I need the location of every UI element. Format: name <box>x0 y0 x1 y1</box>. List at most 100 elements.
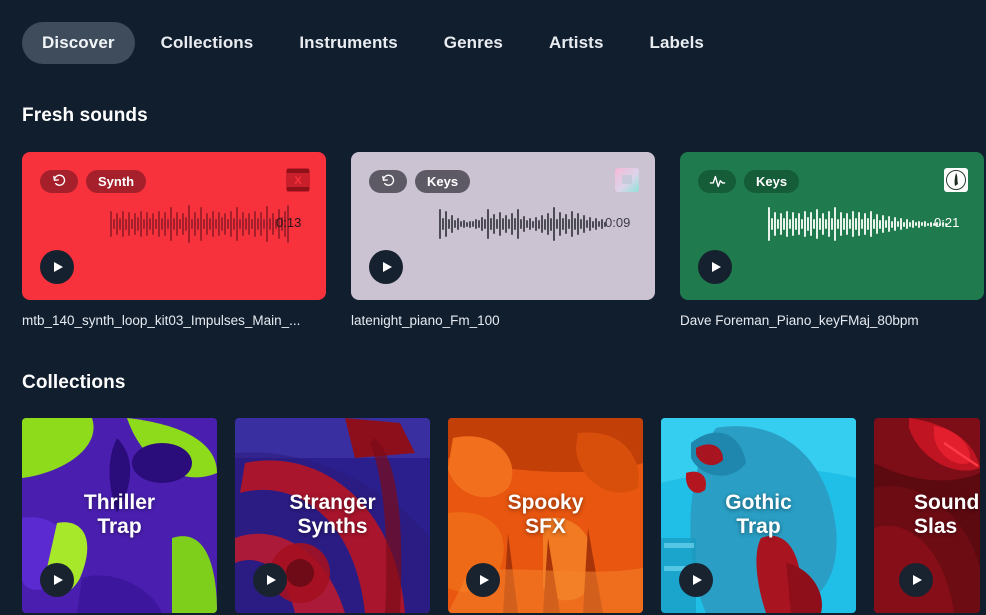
waveform-bar <box>550 217 552 231</box>
play-button[interactable] <box>679 563 713 597</box>
waveform-bar <box>882 215 884 233</box>
waveform-bar <box>272 213 274 235</box>
waveform-bar <box>263 219 265 229</box>
waveform-bar <box>511 213 513 235</box>
waveform-bar <box>484 219 486 229</box>
fresh-sounds-section: Fresh sounds Synth X 0:13 mtb_140_synth_… <box>0 105 986 328</box>
waveform-bar <box>876 214 878 234</box>
waveform-bar <box>478 220 480 228</box>
sound-title: latenight_piano_Fm_100 <box>351 313 500 328</box>
waveform-bar <box>439 209 441 239</box>
waveform-bar <box>577 213 579 235</box>
sound-card-artwork[interactable]: Synth X 0:13 <box>22 152 326 300</box>
play-button[interactable] <box>698 250 732 284</box>
play-button[interactable] <box>369 250 403 284</box>
waveform-bar <box>517 209 519 239</box>
album-thumbnail: X <box>286 168 310 192</box>
waveform-bar <box>813 219 815 229</box>
waveform-bar <box>152 213 154 235</box>
tab-labels[interactable]: Labels <box>630 22 724 64</box>
tag-label-keys[interactable]: Keys <box>415 170 471 193</box>
waveform-bar <box>143 219 145 229</box>
fresh-sounds-heading: Fresh sounds <box>22 105 148 126</box>
tab-genres[interactable]: Genres <box>424 22 523 64</box>
waveform-bar <box>556 219 558 229</box>
loop-icon[interactable] <box>40 170 78 193</box>
card-tags: Synth <box>40 170 147 193</box>
tag-label-keys[interactable]: Keys <box>744 170 800 193</box>
collection-card-gothic-trap[interactable]: Gothic Trap <box>661 418 856 613</box>
waveform-bar <box>807 217 809 231</box>
play-button[interactable] <box>899 563 933 597</box>
collection-card-sound-slasher[interactable]: Sound Slas <box>874 418 980 613</box>
waveform-bar <box>460 221 462 227</box>
waveform-bar <box>125 218 127 230</box>
tag-label-synth[interactable]: Synth <box>86 170 147 193</box>
waveform-bar <box>200 207 202 241</box>
play-button[interactable] <box>40 563 74 597</box>
play-button[interactable] <box>466 563 500 597</box>
waveform-bar <box>867 218 869 230</box>
waveform-bar <box>909 221 911 227</box>
waveform-bar <box>248 213 250 235</box>
waveform-bar <box>855 218 857 230</box>
waveform-bar <box>197 218 199 230</box>
waveform-bar <box>254 211 256 237</box>
waveform-bar <box>167 219 169 229</box>
waveform-bar <box>520 219 522 229</box>
waveform <box>768 202 947 246</box>
waveform-bar <box>466 221 468 227</box>
waveform <box>439 202 606 246</box>
duration-label: 0:21 <box>934 215 960 230</box>
waveform-bar <box>553 207 555 241</box>
waveform-bar <box>230 211 232 237</box>
collections-row: Thriller Trap Stranger Synths Spooky SFX… <box>0 418 986 613</box>
fresh-sounds-row: Synth X 0:13 mtb_140_synth_loop_kit03_Im… <box>0 152 986 328</box>
waveform-bar <box>448 219 450 229</box>
sound-title: Dave Foreman_Piano_keyFMaj_80bpm <box>680 313 919 328</box>
sound-card-artwork[interactable]: Keys 0:21 <box>680 152 984 300</box>
waveform-icon[interactable] <box>698 170 736 193</box>
album-thumbnail <box>615 168 639 192</box>
collection-card-spooky-sfx[interactable]: Spooky SFX <box>448 418 643 613</box>
waveform-bar <box>242 212 244 236</box>
collection-card-thriller-trap[interactable]: Thriller Trap <box>22 418 217 613</box>
waveform-bar <box>568 219 570 229</box>
waveform-bar <box>245 218 247 230</box>
waveform-bar <box>870 211 872 237</box>
waveform-bar <box>496 219 498 229</box>
waveform-bar <box>493 214 495 234</box>
waveform-bar <box>472 221 474 227</box>
waveform-bar <box>777 219 779 229</box>
tab-artists[interactable]: Artists <box>529 22 624 64</box>
waveform-bar <box>547 213 549 235</box>
waveform-bar <box>526 220 528 228</box>
waveform-bar <box>927 222 929 226</box>
card-tags: Keys <box>369 170 471 193</box>
play-button[interactable] <box>40 250 74 284</box>
waveform-bar <box>589 217 591 231</box>
waveform-bar <box>224 213 226 235</box>
waveform-bar <box>535 217 537 231</box>
waveform-bar <box>137 217 139 231</box>
collection-card-stranger-synths[interactable]: Stranger Synths <box>235 418 430 613</box>
waveform-bar <box>260 212 262 236</box>
waveform-bar <box>164 212 166 236</box>
tab-instruments[interactable]: Instruments <box>279 22 417 64</box>
tab-collections[interactable]: Collections <box>141 22 274 64</box>
waveform-bar <box>879 219 881 229</box>
tab-discover[interactable]: Discover <box>22 22 135 64</box>
waveform-bar <box>188 205 190 243</box>
play-button[interactable] <box>253 563 287 597</box>
waveform-bar <box>155 219 157 229</box>
waveform-bar <box>795 218 797 230</box>
waveform-bar <box>774 212 776 236</box>
waveform-bar <box>490 218 492 230</box>
sound-card-artwork[interactable]: Keys 0:09 <box>351 152 655 300</box>
waveform-bar <box>218 212 220 236</box>
waveform-bar <box>122 211 124 237</box>
waveform-bar <box>906 219 908 229</box>
waveform-bar <box>227 219 229 229</box>
loop-icon[interactable] <box>369 170 407 193</box>
sound-card: Synth X 0:13 mtb_140_synth_loop_kit03_Im… <box>22 152 326 328</box>
